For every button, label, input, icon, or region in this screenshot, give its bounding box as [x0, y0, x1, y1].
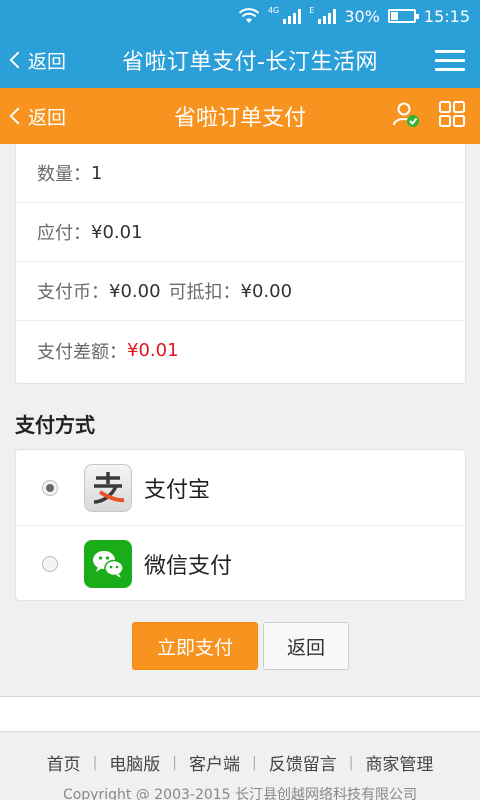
footer-link-feedback[interactable]: 反馈留言 [269, 750, 337, 775]
battery-icon [387, 9, 419, 23]
app-back-label: 返回 [28, 50, 67, 73]
wechat-label: 微信支付 [144, 554, 233, 579]
order-difference-row: 支付差额： ¥0.01 [16, 321, 465, 380]
order-info-card: 数量： 1 应付： ¥0.01 支付币： ¥0.00 可抵扣： ¥0.00 支付… [15, 144, 466, 384]
footer-link-desktop[interactable]: 电脑版 [109, 750, 160, 775]
footer-separator: | [92, 754, 98, 771]
order-quantity-row: 数量： 1 [16, 144, 465, 203]
footer-separator: | [172, 754, 177, 771]
footer: 首页 | 电脑版 | 客户端 | 反馈留言 | 商家管理 Copyright @… [0, 732, 480, 800]
grid-menu-icon[interactable] [438, 100, 466, 132]
chevron-left-icon [9, 51, 27, 69]
page-title: 省啦订单支付 [173, 106, 306, 131]
payment-options-card: 支付宝 微信支付 [15, 449, 466, 601]
payment-method-heading: 支付方式 [15, 413, 95, 437]
footer-separator: | [252, 754, 257, 771]
footer-links: 首页 | 电脑版 | 客户端 | 反馈留言 | 商家管理 [0, 750, 480, 776]
wechat-radio[interactable] [42, 556, 58, 572]
payable-label: 应付： [37, 223, 91, 244]
back-button[interactable]: 返回 [263, 622, 349, 670]
quantity-label: 数量： [37, 164, 91, 185]
hamburger-menu-icon[interactable] [420, 49, 480, 71]
alipay-label: 支付宝 [144, 477, 211, 503]
app-title: 省啦订单支付-长汀生活网 [122, 50, 378, 75]
deductible-label: 可抵扣： [168, 282, 241, 303]
chevron-left-icon [9, 107, 27, 125]
page-back-label: 返回 [28, 106, 67, 129]
network-type-label: 4G [267, 5, 280, 15]
signal-icon-2 [318, 8, 337, 24]
alipay-radio[interactable] [42, 479, 58, 496]
payable-value: ¥0.01 [91, 221, 143, 243]
difference-label: 支付差额： [37, 341, 127, 363]
wechat-logo-icon [84, 540, 132, 588]
payment-option-wechat[interactable]: 微信支付 [16, 526, 465, 602]
main-content: 数量： 1 应付： ¥0.01 支付币： ¥0.00 可抵扣： ¥0.00 支付… [0, 144, 480, 700]
blank-band [0, 697, 480, 732]
user-verified-icon[interactable] [392, 100, 420, 132]
coin-value: ¥0.00 [109, 280, 161, 302]
coin-label: 支付币： [37, 282, 109, 303]
deductible-value: ¥0.00 [240, 280, 293, 302]
alipay-logo-icon [84, 463, 132, 512]
app-header: 返回 省啦订单支付-长汀生活网 [0, 32, 480, 88]
page-back-button[interactable]: 返回 [0, 103, 120, 130]
difference-value: ¥0.01 [127, 340, 179, 361]
wifi-icon [238, 8, 260, 24]
payment-option-alipay[interactable]: 支付宝 [16, 450, 465, 526]
quantity-value: 1 [91, 162, 103, 184]
signal-icon [283, 8, 302, 24]
battery-percent: 30% [344, 6, 380, 26]
order-payable-row: 应付： ¥0.01 [16, 203, 465, 262]
clock: 15:15 [423, 6, 470, 26]
pay-now-button[interactable]: 立即支付 [132, 622, 258, 670]
footer-link-merchant[interactable]: 商家管理 [365, 750, 433, 775]
app-back-button[interactable]: 返回 [0, 47, 80, 74]
footer-link-home[interactable]: 首页 [47, 750, 81, 775]
network-type-label-2: E [309, 5, 315, 15]
footer-separator: | [348, 754, 354, 771]
status-bar: 4G E 30% 15:15 [0, 0, 480, 32]
page-header: 返回 省啦订单支付 [0, 88, 480, 144]
order-coin-row: 支付币： ¥0.00 可抵扣： ¥0.00 [16, 262, 465, 321]
copyright-text: Copyright @ 2003-2015 长汀县创越网络科技有限公司 [62, 787, 418, 800]
footer-link-client[interactable]: 客户端 [189, 750, 240, 775]
